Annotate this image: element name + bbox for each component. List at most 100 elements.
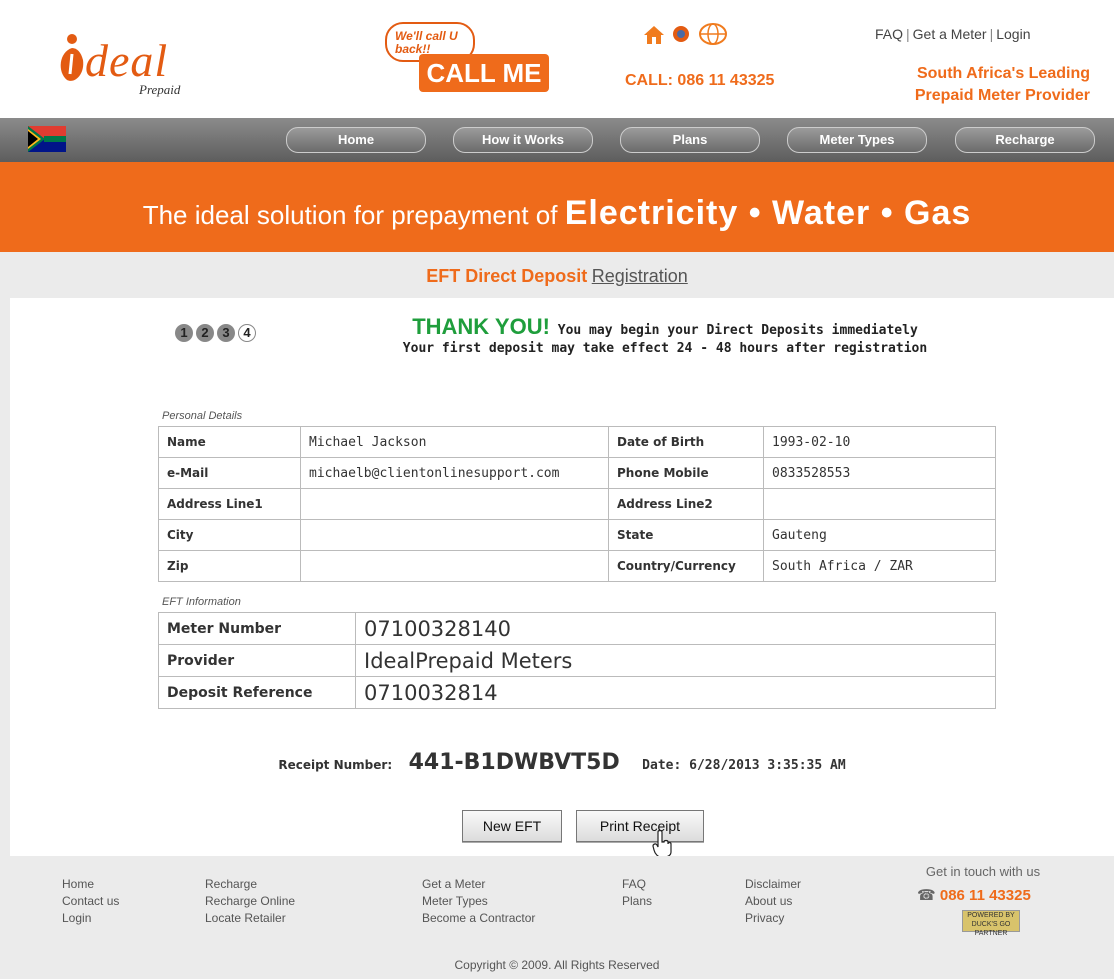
nav-meter-types[interactable]: Meter Types	[787, 127, 927, 153]
nav-recharge[interactable]: Recharge	[955, 127, 1095, 153]
table-row: Deposit Reference 0710032814	[158, 676, 996, 709]
footer-link-contact-us[interactable]: Contact us	[62, 893, 119, 910]
nav-how-it-works[interactable]: How it Works	[453, 127, 593, 153]
footer-col-2: Recharge Recharge Online Locate Retailer	[205, 876, 295, 927]
dob-value: 1993-02-10	[763, 426, 996, 458]
city-value	[300, 519, 609, 551]
footer-link-about-us[interactable]: About us	[745, 893, 801, 910]
footer-link-login[interactable]: Login	[62, 910, 119, 927]
tagline-line-2: Prepaid Meter Provider	[914, 87, 1090, 104]
footer-link-faq[interactable]: FAQ	[622, 876, 652, 893]
zip-label: Zip	[158, 550, 301, 582]
address-line1-value	[300, 488, 609, 520]
name-label: Name	[158, 426, 301, 458]
eft-information-table: Meter Number 07100328140 Provider IdealP…	[158, 612, 996, 709]
footer-col-1: Home Contact us Login	[62, 876, 119, 927]
dob-label: Date of Birth	[608, 426, 764, 458]
step-2: 2	[196, 324, 214, 342]
footer-link-become-contractor[interactable]: Become a Contractor	[422, 910, 535, 927]
meter-number-label: Meter Number	[158, 612, 356, 645]
footer-col-5: Disclaimer About us Privacy	[745, 876, 801, 927]
home-icon[interactable]	[642, 24, 666, 46]
banner-text: The ideal solution for prepayment of Ele…	[0, 196, 1114, 230]
deposit-reference-value: 0710032814	[355, 676, 996, 709]
provider-value: IdealPrepaid Meters	[355, 644, 996, 677]
step-1: 1	[175, 324, 193, 342]
name-value: Michael Jackson	[300, 426, 609, 458]
country-currency-value: South Africa / ZAR	[763, 550, 996, 582]
print-receipt-button[interactable]: Print Receipt	[576, 810, 704, 842]
call-me-widget[interactable]: We'll call U back!! CALL ME	[385, 18, 555, 98]
top-link-separator: |	[989, 26, 994, 42]
hero-banner: The ideal solution for prepayment of Ele…	[0, 162, 1114, 252]
receipt-info: Receipt Number: 441-B1DWBVT5D Date: 6/28…	[10, 750, 1114, 775]
top-link-separator: |	[906, 26, 910, 42]
state-value: Gauteng	[763, 519, 996, 551]
city-label: City	[158, 519, 301, 551]
zip-value	[300, 550, 609, 582]
logo-text: deal	[85, 35, 169, 86]
footer-phone-number: 086 11 43325	[939, 887, 1031, 904]
address-line1-label: Address Line1	[158, 488, 301, 520]
page-title-registration[interactable]: Registration	[592, 266, 688, 286]
table-row: Provider IdealPrepaid Meters	[158, 644, 996, 677]
nav-home[interactable]: Home	[286, 127, 426, 153]
personal-details-table: Name Michael Jackson Date of Birth 1993-…	[158, 426, 996, 582]
address-line2-value	[763, 488, 996, 520]
nav-plans[interactable]: Plans	[620, 127, 760, 153]
page-title: EFT Direct Deposit Registration	[0, 252, 1114, 298]
footer-link-get-a-meter[interactable]: Get a Meter	[422, 876, 535, 893]
footer-link-disclaimer[interactable]: Disclaimer	[745, 876, 801, 893]
thank-you-line-1: You may begin your Direct Deposits immed…	[557, 323, 918, 338]
partner-badge-logo: POWERED BY DUCK'S GO PARTNER	[962, 910, 1020, 937]
country-currency-label: Country/Currency	[608, 550, 764, 582]
tagline-line-1: South Africa's Leading	[916, 65, 1090, 82]
page-title-eft: EFT Direct Deposit	[426, 266, 588, 286]
tagline: South Africa's Leading Prepaid Meter Pro…	[880, 63, 1090, 107]
main-content: 1 2 3 4 THANK YOU! You may begin your Di…	[10, 298, 1114, 856]
personal-details-label: Personal Details	[162, 410, 243, 422]
globe-icon[interactable]	[698, 22, 728, 46]
thank-you-heading: THANK YOU!	[412, 314, 550, 339]
top-link-get-a-meter[interactable]: Get a Meter	[913, 26, 987, 42]
phone-mobile-label: Phone Mobile	[608, 457, 764, 489]
banner-utilities: Electricity • Water • Gas	[564, 194, 972, 232]
email-value: michaelb@clientonlinesupport.com	[300, 457, 609, 489]
receipt-date: Date: 6/28/2013 3:35:35 AM	[642, 758, 846, 773]
address-line2-label: Address Line2	[608, 488, 764, 520]
table-row: e-Mail michaelb@clientonlinesupport.com …	[158, 457, 996, 489]
footer-col-3: Get a Meter Meter Types Become a Contrac…	[422, 876, 535, 927]
call-me-button[interactable]: CALL ME	[419, 54, 549, 92]
footer-link-home[interactable]: Home	[62, 876, 119, 893]
thank-you-message: THANK YOU! You may begin your Direct Dep…	[315, 316, 1015, 358]
call-number[interactable]: CALL: 086 11 43325	[625, 72, 774, 90]
ideal-prepaid-logo[interactable]: deal Prepaid	[55, 22, 205, 102]
get-in-touch-label: Get in touch with us	[925, 864, 1041, 879]
footer-link-privacy[interactable]: Privacy	[745, 910, 801, 927]
step-indicator: 1 2 3 4	[175, 324, 305, 346]
footer-phone[interactable]: ☎ 086 11 43325	[917, 886, 1031, 904]
eft-information-label: EFT Information	[162, 596, 241, 608]
table-row: Meter Number 07100328140	[158, 612, 996, 645]
footer-link-meter-types[interactable]: Meter Types	[422, 893, 535, 910]
deposit-reference-label: Deposit Reference	[158, 676, 356, 709]
main-nav: Home How it Works Plans Meter Types Rech…	[0, 118, 1114, 162]
top-icons	[642, 22, 772, 48]
table-row: Name Michael Jackson Date of Birth 1993-…	[158, 426, 996, 458]
south-africa-flag-icon[interactable]	[28, 126, 66, 152]
top-link-login[interactable]: Login	[996, 26, 1030, 42]
top-link-faq[interactable]: FAQ	[875, 26, 903, 42]
provider-label: Provider	[158, 644, 356, 677]
site-header: deal Prepaid We'll call U back!! CALL ME…	[0, 0, 1114, 118]
phone-icon: ☎	[917, 887, 936, 904]
logo-subtext: Prepaid	[139, 82, 181, 97]
footer-link-locate-retailer[interactable]: Locate Retailer	[205, 910, 295, 927]
footer-link-recharge[interactable]: Recharge	[205, 876, 295, 893]
footer-link-plans[interactable]: Plans	[622, 893, 652, 910]
footer-link-recharge-online[interactable]: Recharge Online	[205, 893, 295, 910]
chat-icon[interactable]	[670, 24, 692, 46]
email-label: e-Mail	[158, 457, 301, 489]
table-row: Address Line1 Address Line2	[158, 488, 996, 520]
new-eft-button[interactable]: New EFT	[462, 810, 562, 842]
step-4-current: 4	[238, 324, 256, 342]
